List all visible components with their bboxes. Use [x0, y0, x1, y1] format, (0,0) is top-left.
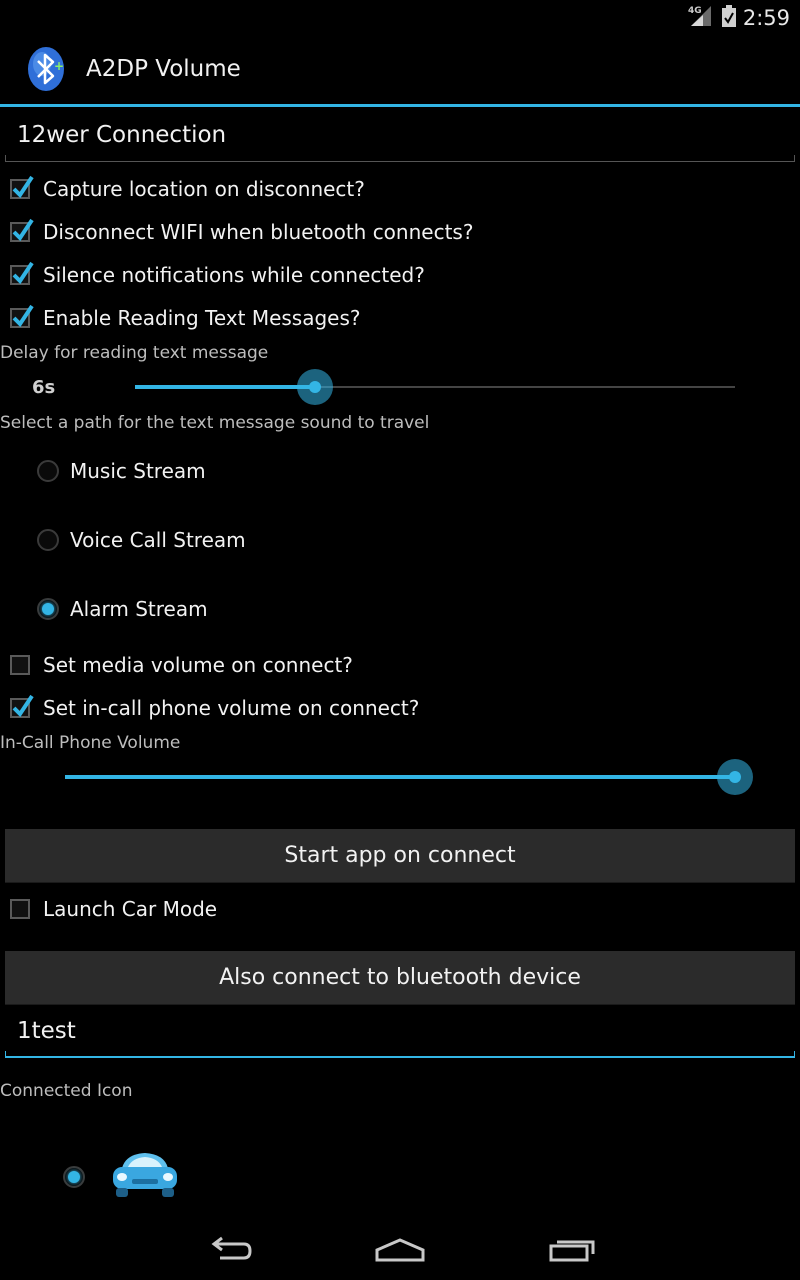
connected-icon-radio[interactable] [63, 1166, 85, 1188]
checkbox-label: Set in-call phone volume on connect? [43, 696, 420, 720]
radio-voice-call-stream[interactable]: Voice Call Stream [37, 520, 246, 560]
checkbox-media-volume[interactable]: Set media volume on connect? [10, 645, 353, 685]
checkmark-icon [12, 694, 34, 718]
radio-button[interactable] [37, 529, 59, 551]
radio-music-stream[interactable]: Music Stream [37, 451, 206, 491]
checkbox-reading-text[interactable]: Enable Reading Text Messages? [10, 298, 361, 338]
checkbox-box[interactable] [10, 655, 30, 675]
checkbox-label: Enable Reading Text Messages? [43, 306, 361, 330]
checkbox-label: Launch Car Mode [43, 897, 218, 921]
in-call-volume-slider[interactable] [65, 757, 753, 797]
in-call-volume-label: In-Call Phone Volume [0, 733, 181, 753]
checkbox-launch-car-mode[interactable]: Launch Car Mode [10, 889, 217, 929]
delay-value: 6s [32, 377, 56, 398]
bluetooth-device-value: 1test [17, 1018, 76, 1044]
field-underline [5, 1051, 795, 1058]
checkmark-icon [12, 304, 34, 328]
checkbox-label: Silence notifications while connected? [43, 263, 425, 287]
back-icon[interactable] [190, 1230, 270, 1270]
checkbox-capture-location[interactable]: Capture location on disconnect? [10, 169, 365, 209]
radio-label: Alarm Stream [70, 597, 208, 621]
recents-icon[interactable] [532, 1230, 612, 1270]
action-bar: + A2DP Volume [0, 34, 800, 107]
checkmark-icon [12, 175, 34, 199]
field-underline [5, 155, 795, 162]
device-name-value: 12wer Connection [17, 122, 227, 148]
checkbox-box[interactable] [10, 175, 34, 199]
slider-thumb[interactable] [717, 759, 753, 795]
radio-label: Voice Call Stream [70, 528, 246, 552]
checkbox-box[interactable] [10, 694, 34, 718]
checkbox-box[interactable] [10, 304, 34, 328]
bluetooth-app-icon[interactable]: + [26, 46, 66, 92]
checkmark-icon [12, 218, 34, 242]
start-app-button[interactable]: Start app on connect [5, 829, 795, 883]
delay-slider[interactable] [135, 367, 735, 407]
app-title: A2DP Volume [86, 56, 241, 82]
slider-fill [135, 385, 315, 389]
checkbox-label: Capture location on disconnect? [43, 177, 365, 201]
also-connect-button[interactable]: Also connect to bluetooth device [5, 951, 795, 1005]
slider-fill [65, 775, 735, 779]
checkbox-label: Set media volume on connect? [43, 653, 353, 677]
checkbox-disconnect-wifi[interactable]: Disconnect WIFI when bluetooth connects? [10, 212, 473, 252]
battery-icon [721, 4, 737, 32]
car-icon[interactable] [108, 1148, 182, 1206]
svg-text:4G: 4G [688, 6, 702, 16]
checkbox-box[interactable] [10, 218, 34, 242]
radio-label: Music Stream [70, 459, 206, 483]
svg-text:+: + [54, 59, 64, 73]
checkbox-in-call-volume[interactable]: Set in-call phone volume on connect? [10, 688, 419, 728]
clock: 2:59 [742, 6, 790, 30]
connected-icon-label: Connected Icon [0, 1081, 133, 1101]
screen: 4G 2:59 + A2DP Volume 12wer Connection C… [0, 0, 800, 1280]
slider-thumb[interactable] [297, 369, 333, 405]
signal-icon: 4G [687, 4, 715, 32]
device-name-field[interactable]: 12wer Connection [5, 112, 795, 162]
checkmark-icon [12, 261, 34, 285]
radio-button[interactable] [37, 460, 59, 482]
delay-label: Delay for reading text message [0, 343, 269, 363]
checkbox-label: Disconnect WIFI when bluetooth connects? [43, 220, 474, 244]
navigation-bar [0, 1220, 800, 1280]
radio-alarm-stream[interactable]: Alarm Stream [37, 589, 208, 629]
checkbox-silence-notifications[interactable]: Silence notifications while connected? [10, 255, 425, 295]
home-icon[interactable] [360, 1230, 440, 1270]
status-bar: 4G 2:59 [0, 0, 800, 34]
stream-label: Select a path for the text message sound… [0, 413, 430, 433]
bluetooth-device-field[interactable]: 1test [5, 1008, 795, 1058]
radio-button[interactable] [37, 598, 59, 620]
checkbox-box[interactable] [10, 261, 34, 285]
status-icons: 4G 2:59 [687, 4, 790, 32]
checkbox-box[interactable] [10, 899, 30, 919]
